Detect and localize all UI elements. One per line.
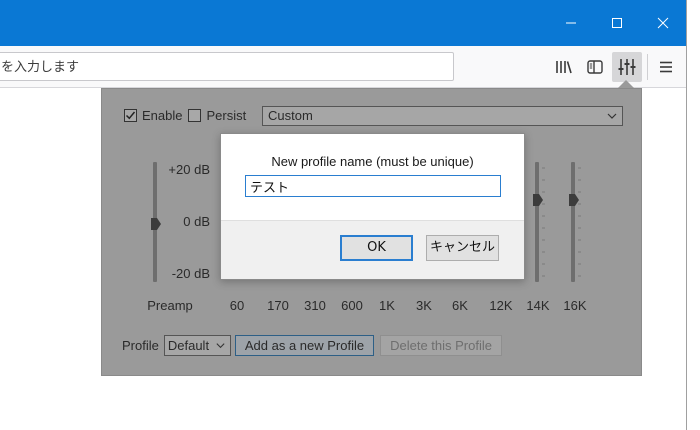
eq-options-row: Enable Persist	[124, 105, 252, 125]
cancel-button[interactable]: キャンセル	[426, 235, 499, 261]
url-bar[interactable]: を入力します	[0, 52, 454, 81]
menu-icon	[660, 61, 672, 73]
band-slider-16k-thumb[interactable]	[569, 194, 579, 206]
preamp-slider-thumb[interactable]	[151, 218, 161, 230]
band-label-16k: 16K	[563, 298, 587, 313]
window-titlebar	[0, 0, 686, 46]
band-label-60: 60	[229, 298, 245, 313]
url-placeholder: を入力します	[1, 59, 80, 74]
band-14k-ticks	[542, 167, 545, 277]
preset-value: Custom	[268, 108, 313, 123]
band-slider-14k-thumb[interactable]	[533, 194, 543, 206]
equalizer-extension-button[interactable]	[612, 52, 642, 82]
band-slider-16k-track[interactable]	[571, 162, 575, 282]
band-16k-ticks	[578, 167, 581, 277]
band-label-6k: 6K	[452, 298, 468, 313]
band-slider-14k-track[interactable]	[535, 162, 539, 282]
band-label-12k: 12K	[489, 298, 513, 313]
db-label-middle: 0 dB	[183, 214, 210, 229]
profile-name-input[interactable]	[245, 175, 501, 197]
minimize-button[interactable]	[548, 0, 594, 46]
ok-button[interactable]: OK	[340, 235, 413, 261]
band-label-14k: 14K	[526, 298, 550, 313]
add-profile-label: Add as a new Profile	[244, 337, 365, 353]
checkmark-icon	[125, 111, 136, 119]
db-label-top: +20 dB	[168, 162, 210, 177]
band-label-600: 600	[341, 298, 363, 313]
profile-value: Default	[167, 337, 210, 353]
band-label-1k: 1K	[379, 298, 395, 313]
library-icon	[556, 61, 572, 74]
dialog-prompt: New profile name (must be unique)	[271, 154, 474, 169]
preset-select[interactable]: Custom	[262, 106, 623, 126]
preamp-label: Preamp	[147, 298, 193, 313]
band-label-3k: 3K	[416, 298, 432, 313]
new-profile-dialog: New profile name (must be unique) OK キャン…	[220, 133, 525, 280]
sidebar-button[interactable]	[580, 52, 610, 82]
dialog-body: New profile name (must be unique)	[221, 134, 524, 220]
dialog-footer: OK キャンセル	[221, 220, 524, 279]
close-button[interactable]	[640, 0, 686, 46]
chevron-down-icon	[607, 113, 617, 119]
profile-select[interactable]: Default	[163, 334, 231, 356]
profile-label: Profile	[122, 337, 159, 353]
band-label-310: 310	[304, 298, 326, 313]
library-button[interactable]	[549, 52, 579, 82]
close-icon	[657, 17, 669, 29]
enable-label: Enable	[142, 107, 183, 123]
toolbar-separator	[647, 54, 648, 80]
browser-toolbar: を入力します	[0, 46, 686, 88]
persist-label: Persist	[206, 107, 247, 123]
equalizer-icon	[618, 59, 636, 75]
sidebar-icon	[587, 60, 603, 74]
enable-checkbox[interactable]	[124, 108, 137, 122]
delete-profile-label: Delete this Profile	[390, 337, 492, 353]
add-profile-button[interactable]: Add as a new Profile	[234, 334, 375, 356]
menu-button[interactable]	[651, 52, 681, 82]
persist-checkbox[interactable]	[188, 108, 202, 122]
profile-row: Profile Default Add as a new Profile Del…	[122, 334, 502, 356]
desktop-edge	[686, 0, 700, 430]
band-label-170: 170	[267, 298, 289, 313]
chevron-down-icon	[216, 342, 225, 348]
delete-profile-button[interactable]: Delete this Profile	[380, 334, 502, 356]
maximize-button[interactable]	[594, 0, 640, 46]
db-label-bottom: -20 dB	[171, 266, 210, 281]
minimize-icon	[566, 22, 576, 24]
maximize-icon	[612, 18, 622, 28]
